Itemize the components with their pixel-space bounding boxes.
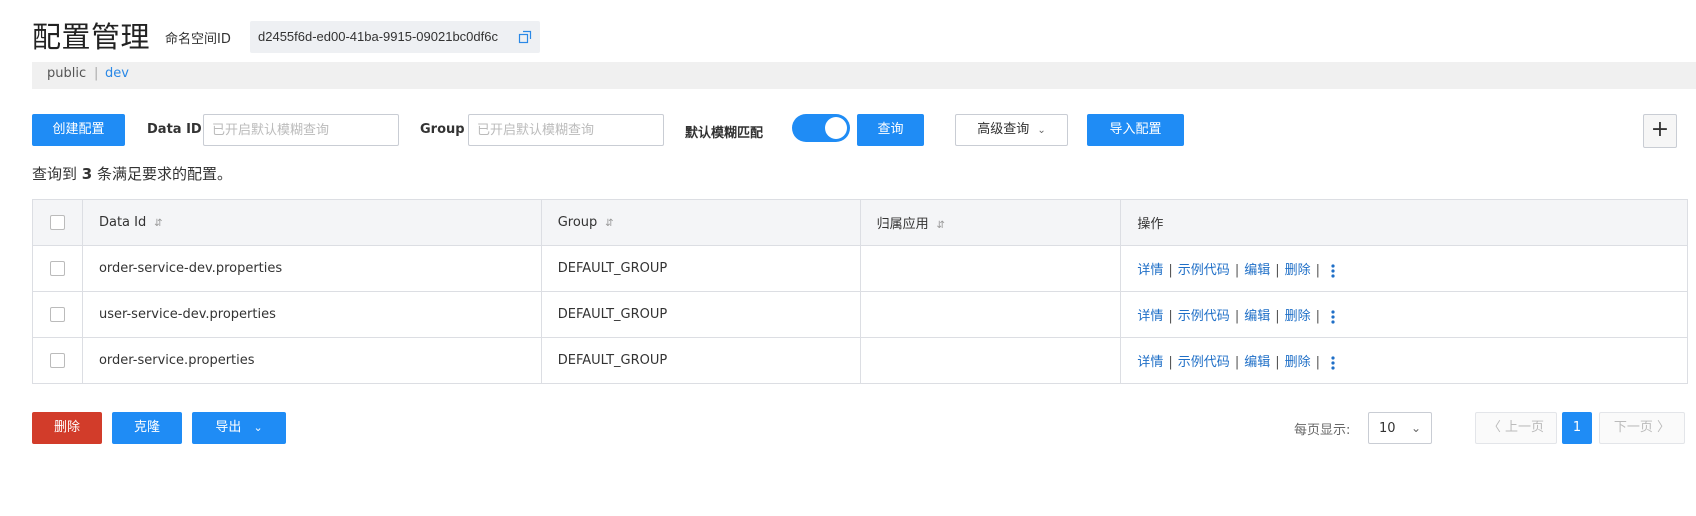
sample-code-link[interactable]: 示例代码: [1178, 309, 1230, 324]
chevron-down-icon: ⌄: [1037, 125, 1046, 136]
page-title: 配置管理: [32, 20, 151, 54]
page-size-select[interactable]: 10 ⌄: [1368, 412, 1432, 444]
namespace-tab-public[interactable]: public: [47, 66, 86, 81]
summary-count: 3: [81, 165, 93, 183]
batch-delete-button[interactable]: 删除: [32, 412, 102, 444]
row-select-cell[interactable]: [32, 291, 83, 338]
table-row: user-service-dev.properties DEFAULT_GROU…: [32, 291, 1688, 338]
row-checkbox[interactable]: [49, 307, 65, 322]
table-header-row: Data Id ⇵ Group ⇵ 归属应用 ⇵ 操作: [32, 199, 1688, 246]
column-header-actions: 操作: [1120, 199, 1688, 246]
detail-link[interactable]: 详情: [1137, 309, 1163, 324]
select-all-cell[interactable]: [32, 199, 83, 246]
next-page-button[interactable]: 下一页 〉: [1599, 412, 1685, 444]
table-row: order-service.properties DEFAULT_GROUP 详…: [32, 337, 1688, 384]
cell-app: [859, 337, 1122, 384]
namespace-tab-separator: |: [94, 66, 99, 81]
namespace-label: 命名空间ID: [165, 32, 231, 47]
more-vertical-icon[interactable]: [1331, 355, 1335, 370]
page-size-label: 每页显示:: [1294, 423, 1351, 438]
column-header-group[interactable]: Group ⇵: [540, 199, 861, 246]
chevron-down-icon: ⌄: [253, 421, 263, 434]
page-size-value: 10: [1379, 421, 1396, 436]
group-label: Group: [420, 122, 465, 137]
fuzzy-match-toggle[interactable]: [792, 114, 850, 142]
edit-link[interactable]: 编辑: [1244, 309, 1270, 324]
sort-icon[interactable]: ⇵: [154, 218, 162, 229]
group-input[interactable]: [468, 114, 664, 146]
import-config-button[interactable]: 导入配置: [1087, 114, 1184, 146]
cell-actions: 详情 | 示例代码 | 编辑 | 删除 |: [1120, 245, 1688, 292]
advanced-query-button[interactable]: 高级查询 ⌄: [955, 114, 1068, 146]
detail-link[interactable]: 详情: [1137, 263, 1163, 278]
create-config-button[interactable]: 创建配置: [32, 114, 125, 146]
table-row: order-service-dev.properties DEFAULT_GRO…: [32, 245, 1688, 292]
delete-link[interactable]: 删除: [1285, 309, 1311, 324]
summary-prefix: 查询到: [32, 165, 78, 183]
column-header-dataid[interactable]: Data Id ⇵: [81, 199, 542, 246]
cell-dataid: order-service.properties: [81, 337, 542, 384]
copy-icon[interactable]: [518, 30, 532, 44]
dataid-label: Data ID: [147, 122, 202, 137]
cell-group: DEFAULT_GROUP: [540, 291, 861, 338]
cell-dataid: order-service-dev.properties: [81, 245, 542, 292]
page-number-1[interactable]: 1: [1562, 412, 1592, 444]
result-summary: 查询到 3 条满足要求的配置。: [32, 163, 232, 184]
edit-link[interactable]: 编辑: [1244, 355, 1270, 370]
prev-page-button[interactable]: 〈 上一页: [1475, 412, 1557, 444]
cell-actions: 详情 | 示例代码 | 编辑 | 删除 |: [1120, 337, 1688, 384]
sample-code-link[interactable]: 示例代码: [1178, 263, 1230, 278]
summary-suffix: 条满足要求的配置。: [97, 165, 233, 183]
row-checkbox[interactable]: [49, 261, 65, 276]
clone-button[interactable]: 克隆: [112, 412, 182, 444]
row-select-cell[interactable]: [32, 245, 83, 292]
cell-dataid: user-service-dev.properties: [81, 291, 542, 338]
delete-link[interactable]: 删除: [1285, 263, 1311, 278]
cell-app: [859, 245, 1122, 292]
edit-link[interactable]: 编辑: [1244, 263, 1270, 278]
cell-group: DEFAULT_GROUP: [540, 337, 861, 384]
namespace-tabs: public | dev: [32, 62, 1696, 89]
select-all-checkbox[interactable]: [49, 215, 65, 230]
namespace-id-box: d2455f6d-ed00-41ba-9915-09021bc0df6c: [250, 21, 540, 53]
namespace-tab-dev[interactable]: dev: [105, 66, 129, 81]
column-header-app[interactable]: 归属应用 ⇵: [859, 199, 1122, 246]
more-vertical-icon[interactable]: [1331, 309, 1335, 324]
cell-app: [859, 291, 1122, 338]
add-icon[interactable]: +: [1643, 114, 1677, 148]
chevron-down-icon: ⌄: [1410, 421, 1421, 435]
more-vertical-icon[interactable]: [1331, 263, 1335, 278]
export-label: 导出: [215, 420, 242, 435]
namespace-id: d2455f6d-ed00-41ba-9915-09021bc0df6c: [258, 29, 498, 44]
query-button[interactable]: 查询: [857, 114, 924, 146]
toggle-knob: [825, 117, 847, 139]
row-select-cell[interactable]: [32, 337, 83, 384]
config-table: Data Id ⇵ Group ⇵ 归属应用 ⇵ 操作 order-service-d…: [32, 199, 1688, 384]
cell-group: DEFAULT_GROUP: [540, 245, 861, 292]
export-button[interactable]: 导出 ⌄: [192, 412, 286, 444]
sort-icon[interactable]: ⇵: [937, 220, 945, 231]
advanced-query-label: 高级查询: [977, 122, 1030, 137]
row-checkbox[interactable]: [49, 353, 65, 368]
sort-icon[interactable]: ⇵: [605, 218, 613, 229]
sample-code-link[interactable]: 示例代码: [1178, 355, 1230, 370]
delete-link[interactable]: 删除: [1285, 355, 1311, 370]
dataid-input[interactable]: [203, 114, 399, 146]
detail-link[interactable]: 详情: [1137, 355, 1163, 370]
fuzzy-match-label: 默认模糊匹配: [685, 126, 764, 141]
cell-actions: 详情 | 示例代码 | 编辑 | 删除 |: [1120, 291, 1688, 338]
